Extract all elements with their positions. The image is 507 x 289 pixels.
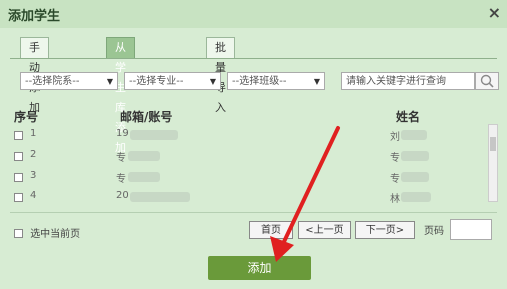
column-header-name: 姓名 [396, 110, 421, 124]
page-number-label: 页码 [424, 226, 444, 237]
next-page-button[interactable]: 下一页> [355, 221, 415, 239]
blurred-name-mask [401, 130, 427, 140]
table-scrollbar[interactable] [488, 124, 498, 202]
blurred-name-mask [401, 151, 429, 161]
class-select[interactable]: --选择班级-- ▼ [227, 72, 325, 90]
blurred-name-mask [401, 172, 429, 182]
dialog-titlebar: 添加学生 × [0, 0, 507, 28]
search-input[interactable]: 请输入关键字进行查询 [341, 72, 475, 90]
column-header-index: 序号 [14, 110, 39, 124]
major-select-value: --选择专业-- [129, 76, 184, 87]
add-button[interactable]: 添加 [208, 256, 311, 280]
blurred-email-mask [130, 192, 190, 202]
table-row[interactable]: 2 专 专 [12, 149, 482, 167]
scrollbar-thumb[interactable] [490, 137, 496, 151]
major-select[interactable]: --选择专业-- ▼ [124, 72, 221, 90]
table-row[interactable]: 3 专 专 [12, 170, 482, 188]
row-name: 专 [390, 174, 400, 185]
tab-library-add[interactable]: 从学生库添加 [106, 37, 135, 154]
row-email: 20 [116, 190, 129, 201]
blurred-name-mask [401, 192, 431, 202]
close-icon[interactable]: × [488, 3, 501, 22]
search-button[interactable] [475, 72, 499, 90]
dialog-title: 添加学生 [8, 9, 61, 24]
row-checkbox[interactable] [14, 131, 23, 140]
row-name: 林 [390, 194, 400, 205]
tab-divider [10, 58, 497, 59]
blurred-email-mask [128, 151, 160, 161]
row-email: 专 [116, 174, 126, 185]
first-page-button[interactable]: 首页 [249, 221, 293, 239]
search-icon [480, 74, 494, 88]
blurred-email-mask [128, 172, 160, 182]
row-index: 1 [30, 128, 37, 139]
row-name: 专 [390, 153, 400, 164]
row-email: 专 [116, 153, 126, 164]
row-index: 2 [30, 149, 37, 160]
tab-manual-add[interactable]: 手动添加 [20, 37, 49, 114]
class-select-value: --选择班级-- [232, 76, 287, 87]
row-checkbox[interactable] [14, 173, 23, 182]
search-placeholder: 请输入关键字进行查询 [346, 76, 446, 87]
department-select[interactable]: --选择院系-- ▼ [20, 72, 118, 90]
chevron-down-icon: ▼ [106, 77, 113, 86]
row-name: 刘 [390, 132, 400, 143]
table-row[interactable]: 4 20 林 [12, 190, 482, 208]
tab-batch-import[interactable]: 批量导入 [206, 37, 235, 114]
row-checkbox[interactable] [14, 152, 23, 161]
prev-page-button[interactable]: <上一页 [298, 221, 351, 239]
chevron-down-icon: ▼ [313, 77, 320, 86]
blurred-email-mask [130, 130, 178, 140]
select-page-label: 选中当前页 [30, 229, 81, 240]
row-email: 19 [116, 128, 129, 139]
select-page-checkbox[interactable] [14, 229, 23, 238]
page-number-input[interactable] [450, 219, 492, 240]
department-select-value: --选择院系-- [25, 76, 80, 87]
chevron-down-icon: ▼ [209, 77, 216, 86]
row-index: 4 [30, 190, 37, 201]
select-current-page[interactable]: 选中当前页 [14, 225, 80, 240]
row-index: 3 [30, 170, 37, 181]
row-checkbox[interactable] [14, 193, 23, 202]
column-header-email: 邮箱/账号 [120, 110, 173, 124]
table-row[interactable]: 1 19 刘 [12, 128, 482, 146]
footer-divider [10, 212, 497, 213]
